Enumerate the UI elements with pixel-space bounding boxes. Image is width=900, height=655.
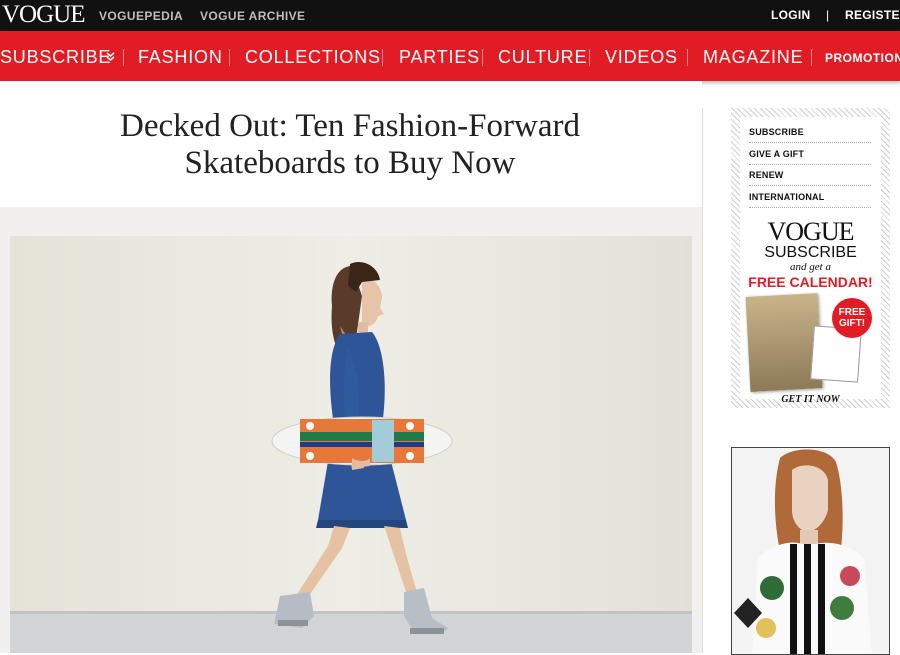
sidebar-international-link[interactable]: INTERNATIONAL: [749, 192, 871, 208]
main-nav: SUBSCRIBE FASHION COLLECTIONS PARTIES CU…: [0, 31, 900, 81]
top-bar: VOGUE VOGUEPEDIA VOGUE ARCHIVE LOGIN | R…: [0, 0, 900, 31]
get-it-now-link[interactable]: GET IT NOW: [740, 394, 881, 405]
hero-image[interactable]: [10, 236, 692, 653]
nav-divider: [382, 49, 383, 66]
ad-subscribe-text: SUBSCRIBE: [764, 244, 857, 261]
nav-culture[interactable]: CULTURE: [498, 47, 587, 68]
subscribe-widget-inner: SUBSCRIBE GIVE A GIFT RENEW INTERNATIONA…: [740, 117, 881, 405]
nav-parties[interactable]: PARTIES: [399, 47, 480, 68]
free-gift-badge: FREE GIFT!: [832, 298, 872, 338]
nav-divider: [811, 49, 812, 66]
ad-and-get-text: and get a: [790, 261, 831, 273]
column-divider: [702, 108, 703, 653]
login-register-separator: |: [826, 8, 830, 22]
sidebar-give-gift-link[interactable]: GIVE A GIFT: [749, 149, 871, 165]
fashion-ad-image[interactable]: [731, 447, 890, 655]
vogue-archive-link[interactable]: VOGUE ARCHIVE: [200, 9, 305, 23]
article-header: Decked Out: Ten Fashion-Forward Skateboa…: [0, 81, 702, 207]
ad-vogue-logo: VOGUE: [767, 217, 855, 246]
nav-divider: [123, 49, 124, 66]
article-title: Decked Out: Ten Fashion-Forward Skateboa…: [120, 108, 580, 181]
voguepedia-link[interactable]: VOGUEPEDIA: [99, 9, 183, 23]
nav-divider: [687, 49, 688, 66]
sidebar-renew-link[interactable]: RENEW: [749, 170, 871, 186]
login-link[interactable]: LOGIN: [771, 8, 811, 22]
register-link[interactable]: REGISTER: [845, 8, 900, 22]
nav-divider: [589, 49, 590, 66]
nav-divider: [229, 49, 230, 66]
nav-promotions[interactable]: PROMOTIONS: [825, 51, 900, 65]
nav-subscribe[interactable]: SUBSCRIBE: [0, 47, 111, 68]
nav-collections[interactable]: COLLECTIONS: [245, 47, 381, 68]
sidebar-subscribe-link[interactable]: SUBSCRIBE: [749, 127, 871, 143]
vogue-logo[interactable]: VOGUE: [2, 1, 85, 29]
nav-fashion[interactable]: FASHION: [138, 47, 223, 68]
nav-divider: [482, 49, 483, 66]
subscribe-widget: SUBSCRIBE GIVE A GIFT RENEW INTERNATIONA…: [731, 108, 890, 408]
double-chevron-down-icon[interactable]: [106, 51, 115, 65]
ad-free-calendar-text: FREE CALENDAR!: [748, 274, 873, 290]
nav-videos[interactable]: VIDEOS: [605, 47, 678, 68]
nav-magazine[interactable]: MAGAZINE: [703, 47, 803, 68]
